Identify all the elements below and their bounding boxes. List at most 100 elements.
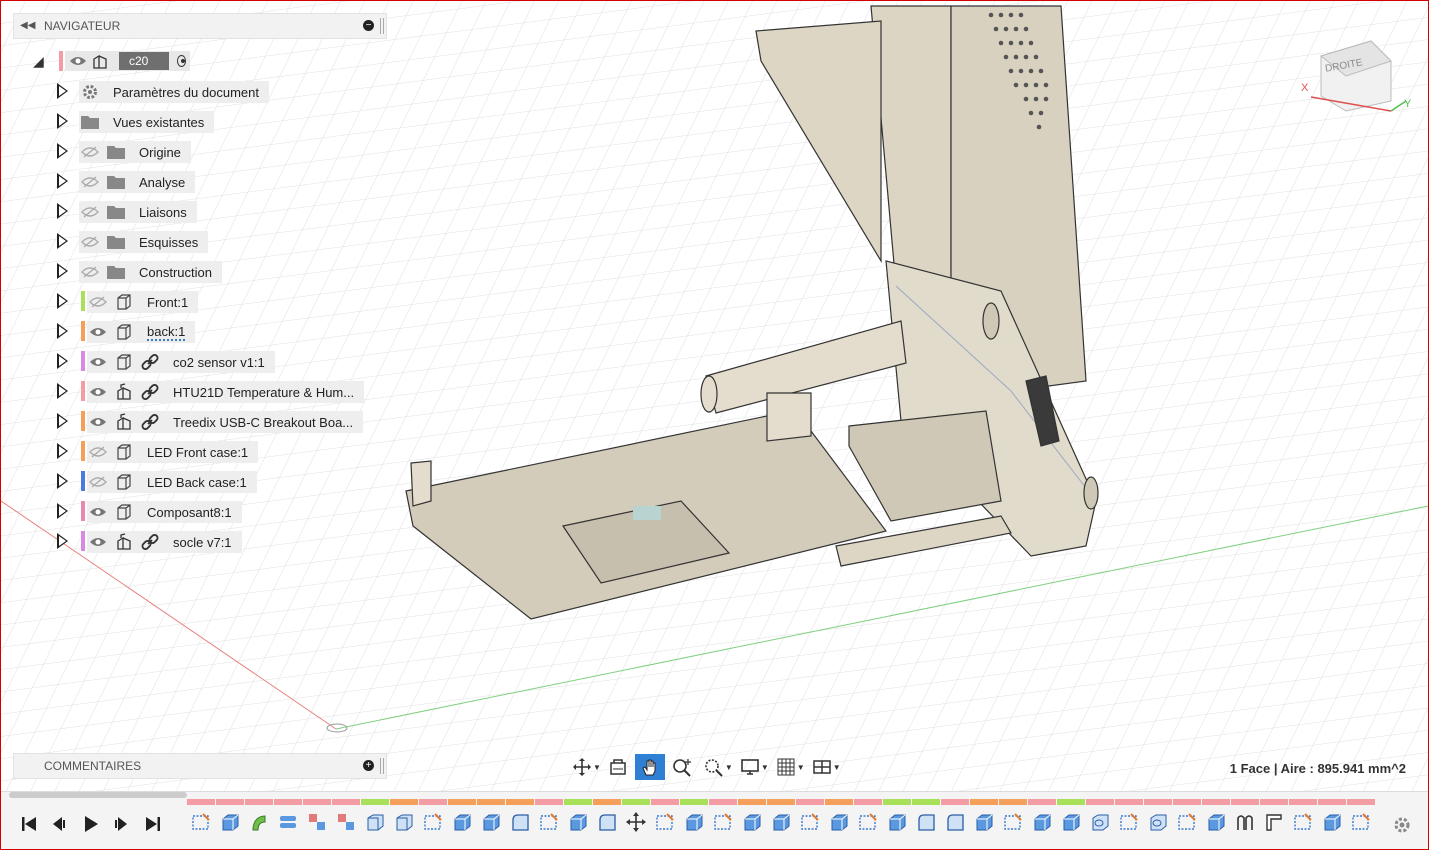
expand-triangle-icon[interactable]: [57, 233, 68, 249]
timeline-feature[interactable]: [1260, 798, 1288, 842]
eye-icon[interactable]: [87, 322, 109, 342]
eye-icon[interactable]: [87, 382, 109, 402]
collapse-triangle-icon[interactable]: ◢: [33, 53, 44, 70]
look-at-icon[interactable]: [603, 754, 633, 780]
display-settings-icon[interactable]: [735, 754, 765, 780]
orbit-icon[interactable]: [567, 754, 597, 780]
timeline-feature[interactable]: [999, 798, 1027, 842]
timeline-feature[interactable]: [390, 798, 418, 842]
eye-hidden-icon[interactable]: [87, 292, 109, 312]
expand-triangle-icon[interactable]: [57, 503, 68, 519]
tree-item-body[interactable]: Paramètres du document: [79, 81, 269, 103]
timeline-feature[interactable]: [535, 798, 563, 842]
timeline-feature[interactable]: [593, 798, 621, 842]
tree-item-body[interactable]: back:1: [87, 321, 196, 343]
eye-hidden-icon[interactable]: [79, 232, 101, 252]
tree-item-body[interactable]: Vues existantes: [79, 111, 215, 133]
eye-icon[interactable]: [87, 532, 109, 552]
eye-hidden-icon[interactable]: [79, 202, 101, 222]
timeline-feature[interactable]: [1086, 798, 1114, 842]
root-component-name[interactable]: c20 v31: [119, 52, 170, 86]
step-back-icon[interactable]: [47, 814, 71, 834]
expand-triangle-icon[interactable]: [57, 323, 68, 339]
timeline-feature[interactable]: [564, 798, 592, 842]
tree-item-body[interactable]: LED Front case:1: [87, 441, 259, 463]
eye-hidden-icon[interactable]: [79, 262, 101, 282]
comments-header[interactable]: COMMENTAIRES +: [13, 753, 387, 779]
viewports-icon[interactable]: [807, 754, 837, 780]
grid-icon[interactable]: [771, 754, 801, 780]
eye-icon[interactable]: [87, 412, 109, 432]
tree-item-body[interactable]: Front:1: [87, 291, 199, 313]
timeline-feature[interactable]: [709, 798, 737, 842]
zoom-window-icon[interactable]: [699, 754, 729, 780]
timeline-feature[interactable]: [506, 798, 534, 842]
tree-item-body[interactable]: co2 sensor v1:1: [87, 351, 275, 373]
pan-icon[interactable]: [634, 754, 665, 780]
tree-item-body[interactable]: HTU21D Temperature & Hum...: [87, 381, 365, 403]
timeline-feature[interactable]: [883, 798, 911, 842]
expand-triangle-icon[interactable]: [57, 293, 68, 309]
timeline-feature[interactable]: [1202, 798, 1230, 842]
eye-icon[interactable]: [87, 352, 109, 372]
timeline-feature[interactable]: [941, 798, 969, 842]
eye-hidden-icon[interactable]: [87, 472, 109, 492]
timeline-feature[interactable]: [1318, 798, 1346, 842]
timeline-feature[interactable]: [448, 798, 476, 842]
timeline-feature[interactable]: [477, 798, 505, 842]
timeline-feature[interactable]: [1347, 798, 1375, 842]
expand-triangle-icon[interactable]: [57, 143, 68, 159]
eye-icon[interactable]: [69, 51, 87, 71]
timeline-feature[interactable]: [854, 798, 882, 842]
activate-radio-icon[interactable]: [177, 55, 187, 67]
timeline-feature[interactable]: [1231, 798, 1259, 842]
add-comment-icon[interactable]: +: [363, 760, 374, 771]
eye-hidden-icon[interactable]: [87, 442, 109, 462]
timeline-feature[interactable]: [1289, 798, 1317, 842]
timeline-feature[interactable]: [912, 798, 940, 842]
expand-triangle-icon[interactable]: [57, 173, 68, 189]
eye-icon[interactable]: [87, 502, 109, 522]
timeline-feature[interactable]: [216, 798, 244, 842]
eye-hidden-icon[interactable]: [79, 172, 101, 192]
play-icon[interactable]: [79, 814, 103, 834]
timeline-feature[interactable]: [738, 798, 766, 842]
timeline-feature[interactable]: [332, 798, 360, 842]
timeline-feature[interactable]: [1144, 798, 1172, 842]
timeline-feature[interactable]: [361, 798, 389, 842]
tree-item-body[interactable]: Esquisses: [79, 231, 209, 253]
panel-grip-icon[interactable]: [380, 758, 384, 774]
timeline-feature[interactable]: [651, 798, 679, 842]
panel-pin-icon[interactable]: −: [363, 20, 374, 31]
panel-grip-icon[interactable]: [380, 18, 384, 34]
timeline-scrollbar[interactable]: [9, 792, 187, 798]
timeline-feature[interactable]: [1057, 798, 1085, 842]
timeline-feature[interactable]: [419, 798, 447, 842]
timeline-feature[interactable]: [274, 798, 302, 842]
tree-item-body[interactable]: LED Back case:1: [87, 471, 257, 493]
timeline-feature[interactable]: [970, 798, 998, 842]
gear-icon[interactable]: [1391, 814, 1413, 836]
tree-item-body[interactable]: Origine: [79, 141, 191, 163]
timeline-feature[interactable]: [796, 798, 824, 842]
expand-triangle-icon[interactable]: [57, 203, 68, 219]
eye-hidden-icon[interactable]: [79, 142, 101, 162]
step-forward-icon[interactable]: [109, 814, 133, 834]
timeline-feature[interactable]: [825, 798, 853, 842]
expand-triangle-icon[interactable]: [57, 533, 68, 549]
expand-triangle-icon[interactable]: [57, 383, 68, 399]
double-chevron-left-icon[interactable]: ◀◀: [20, 14, 35, 38]
expand-triangle-icon[interactable]: [57, 413, 68, 429]
expand-triangle-icon[interactable]: [57, 473, 68, 489]
expand-triangle-icon[interactable]: [57, 443, 68, 459]
tree-item-body[interactable]: socle v7:1: [87, 531, 242, 553]
tree-item-body[interactable]: Liaisons: [79, 201, 197, 223]
expand-triangle-icon[interactable]: [57, 83, 68, 99]
expand-triangle-icon[interactable]: [57, 113, 68, 129]
tree-item-body[interactable]: Construction: [79, 261, 222, 283]
skip-end-icon[interactable]: [141, 814, 165, 834]
timeline-feature[interactable]: [1173, 798, 1201, 842]
timeline-feature[interactable]: [1028, 798, 1056, 842]
expand-triangle-icon[interactable]: [57, 353, 68, 369]
timeline-feature[interactable]: [767, 798, 795, 842]
